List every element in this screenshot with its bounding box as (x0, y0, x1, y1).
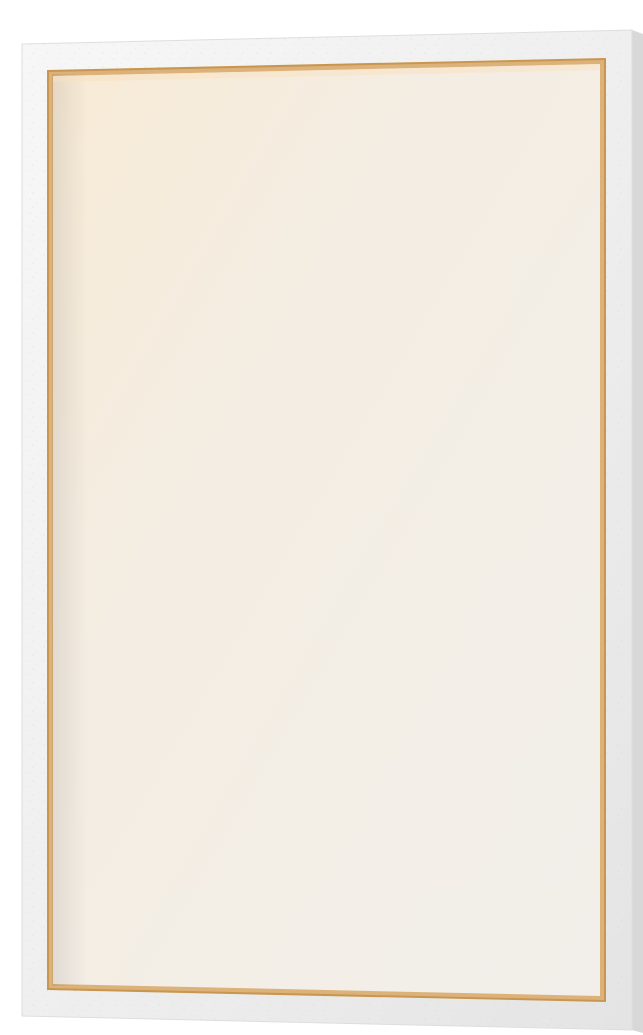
frame-side (632, 30, 643, 1033)
picture-frame (21, 29, 643, 1033)
product-image (0, 0, 643, 1035)
canvas-area (53, 64, 600, 996)
